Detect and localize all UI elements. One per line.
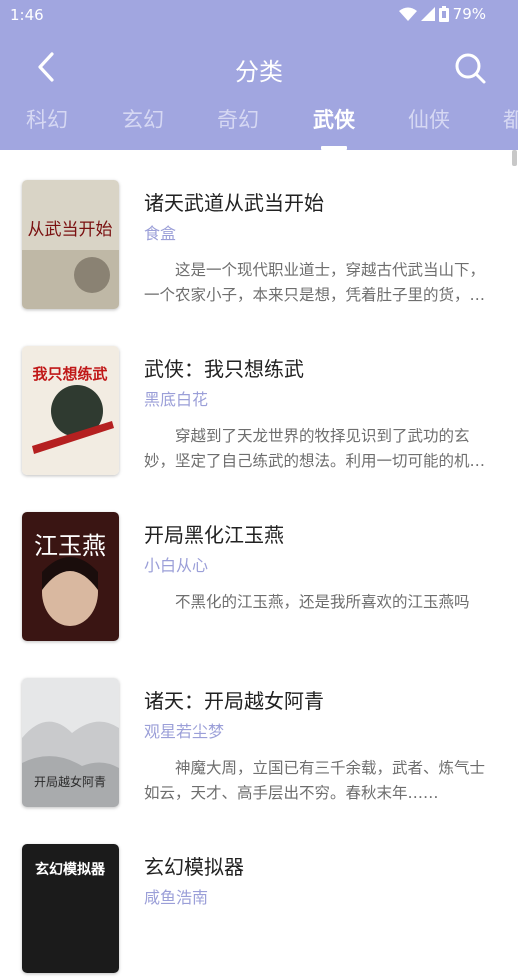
book-cover: 从武当开始: [22, 180, 119, 309]
tab-xuanhuan[interactable]: 玄幻: [122, 104, 164, 134]
book-item[interactable]: 玄幻模拟器 玄幻模拟器 咸鱼浩南: [0, 814, 518, 980]
category-tabs: 科幻 玄幻 奇幻 武侠 仙侠 都: [0, 98, 518, 150]
book-author: 观星若尘梦: [144, 722, 225, 741]
svg-text:开局越女阿青: 开局越女阿青: [34, 774, 106, 789]
tab-xianxia[interactable]: 仙侠: [408, 104, 450, 134]
book-author: 咸鱼浩南: [144, 888, 209, 907]
book-description: 这是一个现代职业道士，穿越古代武当山下，一个农家小子，本来只是想，凭着肚子里的货…: [144, 261, 486, 304]
status-time: 1:46: [10, 6, 44, 24]
title-bar: 分类: [0, 36, 518, 96]
svg-text:从武当开始: 从武当开始: [28, 220, 113, 240]
tab-fantasy[interactable]: 奇幻: [217, 104, 259, 134]
page-title: 分类: [235, 58, 283, 86]
signal-icon: [420, 7, 435, 21]
book-cover: 江玉燕: [22, 512, 119, 641]
book-description: 神魔大周，立国已有三千余载，武者、炼气士如云，天才、高手层出不穷。春秋末年……: [144, 759, 486, 802]
book-item[interactable]: 从武当开始 诸天武道从武当开始 食盒 这是一个现代职业道士，穿越古代武当山下，一…: [0, 150, 518, 316]
book-title: 玄幻模拟器: [144, 855, 244, 879]
book-item[interactable]: 我只想练武 武侠：我只想练武 黑底白花 穿越到了天龙世界的牧择见识到了武功的玄妙…: [0, 316, 518, 482]
status-icons: 79%: [398, 5, 486, 23]
book-cover: 开局越女阿青: [22, 678, 119, 807]
tab-wuxia[interactable]: 武侠: [313, 104, 355, 134]
book-cover: 玄幻模拟器: [22, 844, 119, 973]
battery-icon: [438, 6, 449, 22]
book-author: 食盒: [144, 224, 177, 243]
book-title: 诸天：开局越女阿青: [144, 689, 324, 713]
svg-text:我只想练武: 我只想练武: [32, 365, 107, 383]
svg-text:江玉燕: 江玉燕: [34, 532, 106, 560]
battery-percent: 79%: [452, 5, 486, 23]
book-item[interactable]: 江玉燕 开局黑化江玉燕 小白从心 不黑化的江玉燕，还是我所喜欢的江玉燕吗: [0, 482, 518, 648]
tab-urban[interactable]: 都: [503, 104, 518, 134]
book-title: 诸天武道从武当开始: [144, 191, 324, 215]
book-author: 小白从心: [144, 556, 209, 575]
book-cover: 我只想练武: [22, 346, 119, 475]
status-bar: 1:46 79%: [0, 0, 518, 30]
wifi-icon: [398, 7, 417, 21]
book-title: 武侠：我只想练武: [144, 357, 304, 381]
book-title: 开局黑化江玉燕: [144, 523, 284, 547]
book-author: 黑底白花: [144, 390, 209, 409]
app-header: 1:46 79% 分类 科幻 玄幻 奇幻 武侠 仙侠 都: [0, 0, 518, 150]
tab-scifi[interactable]: 科幻: [26, 104, 68, 134]
book-item[interactable]: 开局越女阿青 诸天：开局越女阿青 观星若尘梦 神魔大周，立国已有三千余载，武者、…: [0, 648, 518, 814]
search-icon[interactable]: [452, 50, 488, 86]
book-description: 穿越到了天龙世界的牧择见识到了武功的玄妙，坚定了自己练武的想法。利用一切可能的机…: [144, 427, 470, 470]
book-description: 不黑化的江玉燕，还是我所喜欢的江玉燕吗: [175, 593, 470, 611]
svg-text:玄幻模拟器: 玄幻模拟器: [35, 861, 106, 878]
